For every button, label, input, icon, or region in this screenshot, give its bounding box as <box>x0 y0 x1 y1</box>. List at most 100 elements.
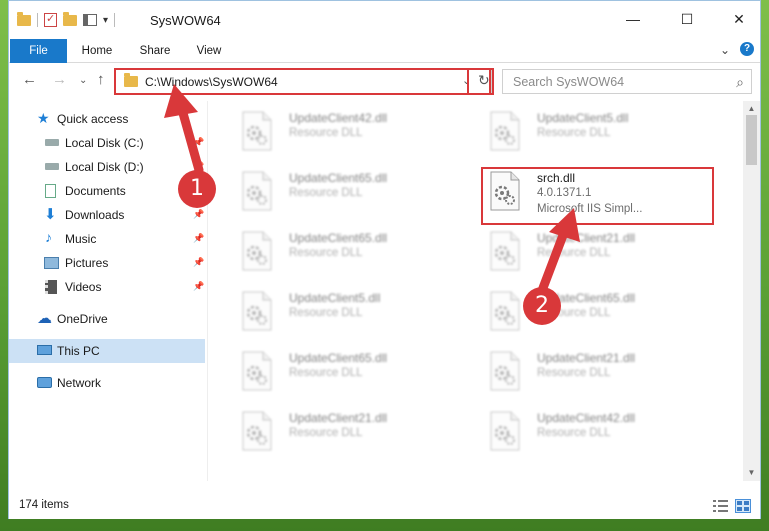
file-name: UpdateClient65.dll <box>289 231 388 245</box>
file-name: UpdateClient21.dll <box>537 351 636 365</box>
file-description: Resource DLL <box>289 367 363 379</box>
sidebar-item-network[interactable]: Network <box>9 371 205 395</box>
pin-icon[interactable]: 📌 <box>193 281 204 292</box>
navigation-bar: ← → ⌄ ↑ C:\Windows\SysWOW64 ⌄ ↻ Search S… <box>9 63 760 99</box>
file-name: UpdateClient42.dll <box>289 111 388 125</box>
documents-icon <box>45 184 56 198</box>
dll-file-icon <box>489 291 521 331</box>
sidebar-item-label: Videos <box>65 280 102 294</box>
file-description: Resource DLL <box>289 187 363 199</box>
file-description: Resource DLL <box>537 367 611 379</box>
file-name: UpdateClient65.dll <box>289 171 388 185</box>
details-view-icon[interactable] <box>713 499 729 513</box>
sidebar-item-quick-access[interactable]: ★ Quick access <box>9 107 205 131</box>
pin-icon[interactable]: 📌 <box>193 233 204 244</box>
file-item[interactable]: UpdateClient5.dll Resource DLL <box>467 103 697 159</box>
pane-divider[interactable] <box>207 101 208 481</box>
address-highlight-box <box>114 68 494 95</box>
sidebar-item-this-pc[interactable]: This PC <box>9 339 205 363</box>
back-button[interactable]: ← <box>22 71 37 88</box>
file-item[interactable]: UpdateClient5.dll Resource DLL <box>219 283 449 339</box>
music-icon: ♪ <box>45 229 52 245</box>
customize-icon[interactable] <box>83 14 97 26</box>
title-bar: ▾ SysWOW64 — ☐ ✕ <box>9 1 760 39</box>
file-item[interactable]: UpdateClient65.dll Resource DLL <box>219 163 449 219</box>
quick-access-toolbar: ▾ <box>17 11 116 27</box>
sidebar-item-label: This PC <box>57 344 100 358</box>
minimize-button[interactable]: — <box>621 9 645 29</box>
file-list: UpdateClient42.dll Resource DLL UpdateClie… <box>209 101 743 481</box>
pin-icon[interactable]: 📌 <box>193 209 204 220</box>
dll-file-icon <box>241 351 273 391</box>
search-box[interactable]: Search SysWOW64 ⌕ <box>502 69 752 94</box>
file-name: UpdateClient5.dll <box>537 111 629 125</box>
file-description: Resource DLL <box>289 307 363 319</box>
sidebar-item-local-disk-c[interactable]: Local Disk (C:) 📌 <box>9 131 205 155</box>
pc-icon <box>37 345 52 355</box>
tab-view[interactable]: View <box>189 39 229 63</box>
ribbon-tabs: File Home Share View ⌄ ? <box>9 39 760 63</box>
dll-file-icon <box>241 291 273 331</box>
annotation-step-1-badge: 1 <box>178 170 216 208</box>
tab-home[interactable]: Home <box>75 39 119 63</box>
sidebar-item-music[interactable]: ♪ Music 📌 <box>9 227 205 251</box>
forward-button[interactable]: → <box>52 71 67 88</box>
close-button[interactable]: ✕ <box>727 9 751 29</box>
scroll-down-arrow[interactable]: ▼ <box>743 465 760 481</box>
file-item[interactable]: UpdateClient21.dll Resource DLL <box>219 403 449 459</box>
sidebar-item-label: OneDrive <box>57 312 108 326</box>
search-placeholder: Search SysWOW64 <box>513 75 625 89</box>
recent-locations-button[interactable]: ⌄ <box>79 75 87 86</box>
file-name: UpdateClient5.dll <box>289 291 381 305</box>
dll-file-icon <box>241 111 273 151</box>
sidebar-item-label: Downloads <box>65 208 125 222</box>
sidebar-item-label: Quick access <box>57 112 129 126</box>
pin-icon[interactable]: 📌 <box>193 257 204 268</box>
up-button[interactable]: ↑ <box>97 71 105 88</box>
sidebar-item-label: Local Disk (D:) <box>65 160 144 174</box>
toolbar-separator <box>114 13 116 27</box>
file-item[interactable]: UpdateClient21.dll Resource DLL <box>467 343 697 399</box>
search-icon[interactable]: ⌕ <box>736 74 744 91</box>
pin-icon[interactable]: 📌 <box>193 137 204 148</box>
tiles-view-icon[interactable] <box>735 499 751 513</box>
tab-share[interactable]: Share <box>133 39 177 63</box>
maximize-button[interactable]: ☐ <box>675 9 699 29</box>
explorer-window: ▾ SysWOW64 — ☐ ✕ File Home Share View ⌄ … <box>8 0 761 519</box>
drive-icon <box>45 139 59 146</box>
folder-icon[interactable] <box>17 11 31 26</box>
vertical-scrollbar[interactable]: ▲ ▼ <box>743 101 760 481</box>
status-bar: 174 items <box>9 493 760 519</box>
dll-file-icon <box>489 411 521 451</box>
toolbar-dropdown-icon[interactable]: ▾ <box>103 15 108 26</box>
toolbar-separator <box>37 13 38 27</box>
file-item[interactable]: UpdateClient65.dll Resource DLL <box>219 343 449 399</box>
new-folder-icon[interactable] <box>63 11 77 26</box>
sidebar-item-label: Network <box>57 376 102 390</box>
sidebar-item-videos[interactable]: Videos 📌 <box>9 275 205 299</box>
sidebar-item-local-disk-d[interactable]: Local Disk (D:) 📌 <box>9 155 205 179</box>
file-item[interactable]: UpdateClient42.dll Resource DLL <box>467 403 697 459</box>
properties-icon[interactable] <box>44 12 57 27</box>
tab-file[interactable]: File <box>10 39 67 63</box>
scroll-thumb[interactable] <box>746 115 757 165</box>
sidebar-item-pictures[interactable]: Pictures 📌 <box>9 251 205 275</box>
navigation-pane: ★ Quick access Local Disk (C:) 📌 Local D… <box>9 101 207 481</box>
ribbon-collapse-icon[interactable]: ⌄ <box>720 43 730 57</box>
dll-file-icon <box>241 411 273 451</box>
file-name: UpdateClient65.dll <box>289 351 388 365</box>
sidebar-item-downloads[interactable]: ⬇ Downloads 📌 <box>9 203 205 227</box>
file-item[interactable]: UpdateClient21.dll Resource DLL <box>467 223 697 279</box>
file-description: Resource DLL <box>537 247 611 259</box>
file-item[interactable]: UpdateClient42.dll Resource DLL <box>219 103 449 159</box>
sidebar-item-onedrive[interactable]: ☁ OneDrive <box>9 307 205 331</box>
file-description: Resource DLL <box>289 247 363 259</box>
file-name: UpdateClient42.dll <box>537 411 636 425</box>
file-item[interactable]: UpdateClient65.dll Resource DLL <box>467 283 697 339</box>
help-icon[interactable]: ? <box>740 42 754 56</box>
sidebar-item-label: Documents <box>65 184 126 198</box>
dll-file-icon <box>241 171 273 211</box>
file-item[interactable]: UpdateClient65.dll Resource DLL <box>219 223 449 279</box>
item-count: 174 items <box>19 499 69 511</box>
sidebar-item-documents[interactable]: Documents 📌 <box>9 179 205 203</box>
